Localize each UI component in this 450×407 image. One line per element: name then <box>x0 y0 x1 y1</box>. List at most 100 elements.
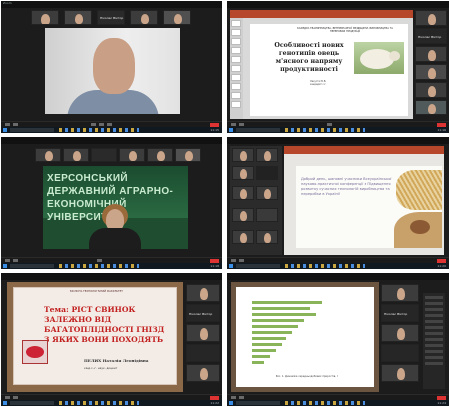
participant-thumbnail[interactable] <box>186 364 220 382</box>
participant-thumbnail[interactable] <box>232 230 254 244</box>
video-button[interactable] <box>13 396 18 399</box>
mute-button[interactable] <box>5 259 10 262</box>
mute-button[interactable] <box>5 123 10 126</box>
share-button[interactable] <box>107 123 112 126</box>
participant-thumbnail[interactable] <box>381 364 419 382</box>
participant-face <box>264 151 271 161</box>
participant-thumbnail[interactable] <box>232 166 254 180</box>
participant-thumbnail[interactable] <box>186 284 220 302</box>
participant-thumbnail[interactable] <box>175 148 201 162</box>
video-button[interactable] <box>239 396 244 399</box>
participant-thumbnail[interactable]: Ніколас Віктор <box>415 28 447 44</box>
chat-panel[interactable] <box>423 293 445 389</box>
taskbar-search[interactable] <box>10 401 54 405</box>
video-button[interactable] <box>13 123 18 126</box>
chart-bar <box>252 331 292 334</box>
taskbar-search[interactable] <box>236 128 280 132</box>
participant-thumbnail[interactable] <box>256 208 278 222</box>
participant-thumbnail[interactable] <box>415 10 447 26</box>
start-icon[interactable] <box>3 264 7 268</box>
participant-thumbnail[interactable] <box>256 186 278 200</box>
participant-thumbnail[interactable] <box>63 148 89 162</box>
video-button[interactable] <box>13 259 18 262</box>
mute-button[interactable] <box>231 259 236 262</box>
participant-face <box>141 14 149 24</box>
slide-thumbnails[interactable] <box>230 18 243 119</box>
start-icon[interactable] <box>3 128 7 132</box>
participant-thumbnail[interactable] <box>130 10 158 25</box>
start-icon[interactable] <box>3 401 7 405</box>
participant-thumbnail[interactable] <box>31 10 59 25</box>
taskbar-search[interactable] <box>10 264 54 268</box>
participant-thumbnail[interactable]: Ніколас Віктор <box>186 304 220 322</box>
taskbar-apps[interactable] <box>285 128 365 132</box>
participant-thumbnail[interactable] <box>35 148 61 162</box>
wheat-image <box>396 170 442 210</box>
participant-thumbnail[interactable] <box>381 284 419 302</box>
participant-thumbnail[interactable] <box>415 46 447 62</box>
taskbar-search[interactable] <box>236 401 280 405</box>
start-icon[interactable] <box>229 401 233 405</box>
taskbar-search[interactable] <box>236 264 280 268</box>
participant-thumbnail[interactable] <box>256 230 278 244</box>
taskbar-search[interactable] <box>10 128 54 132</box>
taskbar-apps[interactable] <box>59 128 139 132</box>
slide-page: Добрий день, шановні учасники Всеукраїнс… <box>296 166 442 248</box>
participant-face <box>428 104 436 114</box>
taskbar-clock: 11:20 <box>437 264 446 268</box>
mute-button[interactable] <box>5 396 10 399</box>
mute-button[interactable] <box>231 123 236 126</box>
video-button[interactable] <box>239 259 244 262</box>
taskbar-apps[interactable] <box>285 401 365 405</box>
participant-thumbnail[interactable] <box>415 100 447 115</box>
participant-name: Ніколас Віктор <box>100 16 124 20</box>
participant-thumbnail[interactable] <box>119 148 145 162</box>
participant-thumbnail[interactable] <box>381 344 419 362</box>
participant-face <box>200 328 208 340</box>
taskbar-apps[interactable] <box>285 264 365 268</box>
chat-button[interactable] <box>99 123 104 126</box>
participant-thumbnail[interactable] <box>415 82 447 98</box>
zoom-titlebar <box>1 273 222 280</box>
participants-button[interactable] <box>91 123 96 126</box>
participant-strip: Ніколас Віктор <box>186 282 222 394</box>
slide-title: Тема: РІСТ СВИНОК ЗАЛЕЖНО ВІД БАГАТОПЛІД… <box>44 305 165 344</box>
chart-bar <box>252 307 310 310</box>
participant-thumbnail[interactable] <box>232 148 254 162</box>
participant-thumbnail[interactable] <box>232 208 254 222</box>
zoom-window-5: БІОЛОГО-ТЕХНОЛОГІЧНИЙ ФАКУЛЬТЕТ Тема: РІ… <box>1 273 222 406</box>
participants-button[interactable] <box>97 259 102 262</box>
windows-taskbar: 11:16 <box>227 127 449 133</box>
chart-bar <box>252 361 264 364</box>
mute-button[interactable] <box>231 396 236 399</box>
participant-thumbnail[interactable] <box>256 166 278 180</box>
participant-thumbnail[interactable]: Ніколас Віктор <box>381 304 419 322</box>
start-icon[interactable] <box>229 128 233 132</box>
participant-thumbnail[interactable] <box>256 148 278 162</box>
powerpoint-ribbon <box>230 10 413 18</box>
start-icon[interactable] <box>229 264 233 268</box>
share-button[interactable] <box>327 123 332 126</box>
active-speaker-video <box>45 28 180 114</box>
chart-bar <box>252 349 276 352</box>
participant-thumbnail[interactable] <box>147 148 173 162</box>
taskbar-apps[interactable] <box>59 401 139 405</box>
participant-thumbnail[interactable] <box>415 64 447 80</box>
participant-face <box>264 233 271 243</box>
taskbar-apps[interactable] <box>59 264 139 268</box>
participant-thumbnail[interactable] <box>232 186 254 200</box>
zoom-window-2: КАФЕДРА ТВАРИННИЦТВА, ВЕТЕРИНАРНОЇ МЕДИЦ… <box>227 1 449 133</box>
participant-thumbnail[interactable] <box>381 324 419 342</box>
participant-thumbnail[interactable] <box>186 324 220 342</box>
screenshot-grid: Zoom Ніколас Віктор 11:15 КАФЕДРА ТВАРИН… <box>0 0 450 407</box>
participant-thumbnail[interactable] <box>163 10 191 25</box>
participant-face <box>240 151 247 161</box>
participant-thumbnail[interactable] <box>186 344 220 362</box>
zoom-window-6: Рис. 1. Динаміка середньодобових прирост… <box>227 273 449 406</box>
video-button[interactable] <box>239 123 244 126</box>
participant-thumbnail[interactable] <box>64 10 92 25</box>
participant-thumbnail[interactable] <box>91 148 117 162</box>
participant-face <box>428 68 436 79</box>
powerpoint-ribbon <box>284 146 444 154</box>
participant-thumbnail[interactable]: Ніколас Віктор <box>97 10 125 25</box>
